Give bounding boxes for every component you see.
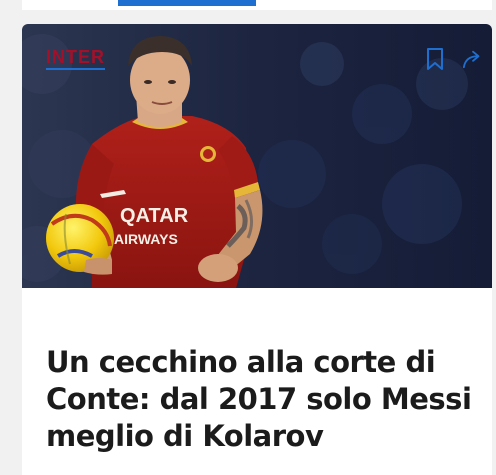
- shirt-sponsor-line2: AIRWAYS: [114, 231, 178, 247]
- article-actions: [424, 46, 484, 72]
- shirt-sponsor-line1: QATAR: [120, 205, 189, 227]
- previous-card-accent-bar: [118, 0, 256, 6]
- share-arrow-icon: [462, 50, 480, 69]
- bookmark-button[interactable]: [424, 46, 446, 72]
- share-button[interactable]: [462, 46, 484, 72]
- previous-card-edge: [22, 0, 492, 10]
- page: QATAR AIRWAYS INTER Un cecchino alla cor…: [0, 0, 496, 475]
- article-headline[interactable]: Un cecchino alla corte di Conte: dal 201…: [46, 344, 476, 455]
- bookmark-icon: [427, 48, 443, 70]
- article-card[interactable]: QATAR AIRWAYS INTER Un cecchino alla cor…: [22, 24, 492, 475]
- category-link[interactable]: INTER: [46, 48, 105, 70]
